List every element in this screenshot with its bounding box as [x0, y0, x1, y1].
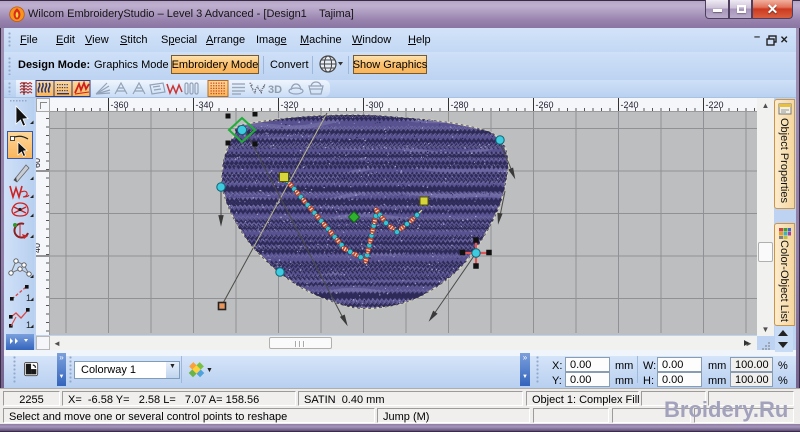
- svg-text:1: 1: [26, 293, 31, 303]
- svg-text:1: 1: [26, 320, 31, 330]
- svg-text:-360: -360: [111, 100, 129, 110]
- svg-text:-280: -280: [451, 100, 469, 110]
- svg-text:60: 60: [36, 158, 42, 168]
- svg-text:3D: 3D: [268, 84, 282, 96]
- svg-text:40: 40: [36, 243, 42, 253]
- svg-text:-320: -320: [281, 100, 299, 110]
- svg-text:-340: -340: [196, 100, 214, 110]
- svg-text:-260: -260: [536, 100, 554, 110]
- svg-text:-240: -240: [621, 100, 639, 110]
- svg-text:-300: -300: [366, 100, 384, 110]
- svg-text:-220: -220: [706, 100, 724, 110]
